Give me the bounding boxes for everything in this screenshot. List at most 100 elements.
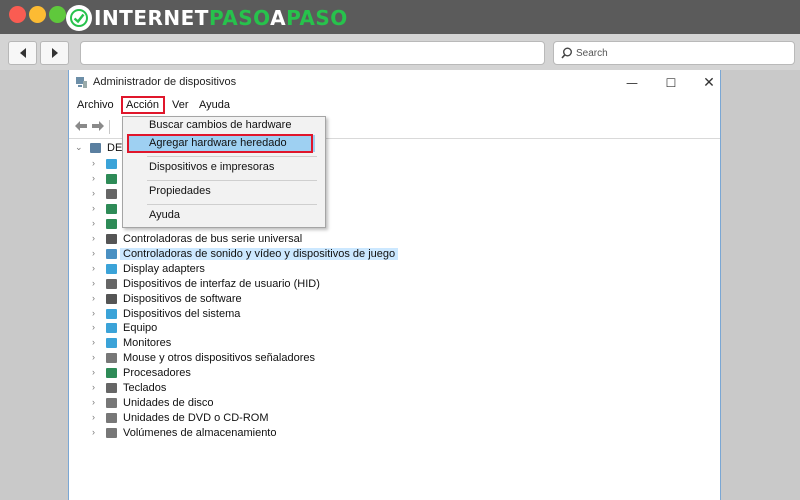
logo-text-a: A <box>270 6 287 30</box>
disk-icon <box>106 398 117 409</box>
chevron-right-icon[interactable]: › <box>92 367 95 377</box>
minimize-button[interactable]: — <box>619 74 645 92</box>
system-icon <box>106 308 117 319</box>
address-bar[interactable] <box>80 41 545 65</box>
menu-archivo[interactable]: Archivo <box>77 99 114 111</box>
chevron-right-icon[interactable]: › <box>92 293 95 303</box>
software-icon <box>106 293 117 304</box>
tree-item[interactable]: › Unidades de disco <box>69 396 669 411</box>
zoom-window-dot[interactable] <box>49 6 66 23</box>
chevron-right-icon[interactable]: › <box>92 308 95 318</box>
speaker-icon <box>106 248 117 259</box>
close-window-dot[interactable] <box>9 6 26 23</box>
chevron-right-icon[interactable]: › <box>92 352 95 362</box>
menu-item-dispositivos-impresoras[interactable]: Dispositivos e impresoras <box>149 161 274 173</box>
tree-item-label: Teclados <box>123 382 167 395</box>
tree-item-label: Unidades de disco <box>123 397 214 410</box>
menubar: Archivo Acción Ver Ayuda <box>69 96 720 116</box>
tree-item[interactable]: › Teclados <box>69 381 669 396</box>
chevron-right-icon[interactable]: › <box>92 278 95 288</box>
logo-check-icon <box>66 5 92 31</box>
tree-item[interactable]: › Dispositivos de interfaz de usuario (HI… <box>69 277 669 292</box>
toolbar-separator <box>109 120 110 134</box>
tree-item-label: Dispositivos del sistema <box>123 307 241 320</box>
keyboard-icon <box>106 383 117 394</box>
tree-root-label: DE <box>107 142 123 154</box>
chevron-right-icon[interactable]: › <box>92 218 95 228</box>
device-manager-icon <box>76 77 87 88</box>
menu-item-propiedades[interactable]: Propiedades <box>149 185 211 197</box>
chevron-right-icon[interactable]: › <box>92 382 95 392</box>
storage-icon <box>106 428 117 439</box>
chevron-right-icon[interactable]: › <box>92 158 95 168</box>
logo-text-paso: PASO <box>208 6 271 30</box>
usb-icon <box>106 233 117 244</box>
chevron-right-icon[interactable]: › <box>92 412 95 422</box>
chevron-right-icon[interactable]: › <box>92 427 95 437</box>
tree-item[interactable]: › Dispositivos del sistema <box>69 307 669 322</box>
chevron-right-icon[interactable]: › <box>92 263 95 273</box>
tree-item-label: Unidades de DVD o CD-ROM <box>123 412 269 425</box>
maximize-button[interactable]: ☐ <box>658 74 684 92</box>
menu-ayuda[interactable]: Ayuda <box>199 99 230 111</box>
back-arrow-icon <box>19 48 26 58</box>
logo-text-paso-2: PASO <box>286 6 348 30</box>
hid-icon <box>106 278 117 289</box>
tree-item-label: Display adapters <box>123 262 205 275</box>
tree-item[interactable]: › Dispositivos de software <box>69 292 669 307</box>
chevron-right-icon[interactable]: › <box>92 322 95 332</box>
tree-item-label: Procesadores <box>123 367 191 380</box>
tree-item[interactable]: › Unidades de DVD o CD-ROM <box>69 411 669 426</box>
site-logo: INTERNETPASOAPASO <box>66 4 348 32</box>
tree-item-label: Equipo <box>123 322 158 335</box>
chevron-right-icon[interactable]: › <box>92 337 95 347</box>
chevron-right-icon[interactable]: › <box>92 188 95 198</box>
display-adapter-icon <box>106 263 117 274</box>
menu-separator <box>147 156 317 157</box>
accion-dropdown-menu: Buscar cambios de hardware Agregar hardw… <box>122 116 326 228</box>
computer-icon <box>106 323 117 334</box>
tree-item[interactable]: › Controladoras de bus serie universal <box>69 232 669 247</box>
search-icon <box>561 47 572 59</box>
menu-ver[interactable]: Ver <box>172 99 189 111</box>
chevron-right-icon[interactable]: › <box>92 203 95 213</box>
computer-root-icon <box>90 143 101 153</box>
search-input[interactable]: Search <box>553 41 795 65</box>
tree-item[interactable]: › Mouse y otros dispositivos señaladores <box>69 351 669 366</box>
chevron-right-icon[interactable]: › <box>92 233 95 243</box>
tree-item[interactable]: › Equipo <box>69 321 669 336</box>
mouse-icon <box>106 353 117 364</box>
chevron-right-icon[interactable]: › <box>92 173 95 183</box>
tree-item-label: Dispositivos de software <box>123 292 242 305</box>
processor-icon <box>106 368 117 379</box>
search-placeholder: Search <box>576 47 608 59</box>
monitor-icon <box>106 338 117 349</box>
minimize-window-dot[interactable] <box>29 6 46 23</box>
window-title: Administrador de dispositivos <box>93 76 237 88</box>
tree-item[interactable]: › Monitores <box>69 336 669 351</box>
tree-item[interactable]: › Volúmenes de almacenamiento <box>69 426 669 441</box>
window-titlebar: Administrador de dispositivos — ☐ ✕ <box>69 70 720 96</box>
tree-item[interactable]: › Procesadores <box>69 366 669 381</box>
chevron-down-icon[interactable]: ⌄ <box>75 142 83 153</box>
forward-button[interactable] <box>40 41 69 65</box>
toolbar-forward-icon[interactable] <box>91 120 105 132</box>
tree-item-label: Mouse y otros dispositivos señaladores <box>123 352 315 365</box>
back-button[interactable] <box>8 41 37 65</box>
logo-text: INTERNETPASOAPASO <box>94 6 348 30</box>
battery-icon <box>106 218 117 229</box>
menu-item-buscar-cambios[interactable]: Buscar cambios de hardware <box>149 119 291 131</box>
printer-icon <box>106 203 117 214</box>
tree-item-label: Volúmenes de almacenamiento <box>123 427 277 440</box>
tree-item-label: Dispositivos de interfaz de usuario (HID… <box>123 277 320 290</box>
toolbar-back-icon[interactable] <box>74 120 88 132</box>
chevron-right-icon[interactable]: › <box>92 397 95 407</box>
menu-item-ayuda[interactable]: Ayuda <box>149 209 180 221</box>
tree-item-label: Controladoras de sonido y vídeo y dispos… <box>120 247 399 260</box>
chevron-right-icon[interactable]: › <box>92 248 95 258</box>
forward-arrow-icon <box>51 48 58 58</box>
tree-item[interactable]: › Controladoras de sonido y vídeo y dispo… <box>69 247 669 262</box>
network-icon <box>106 159 117 169</box>
close-button[interactable]: ✕ <box>696 74 722 92</box>
tree-item[interactable]: › Display adapters <box>69 262 669 277</box>
